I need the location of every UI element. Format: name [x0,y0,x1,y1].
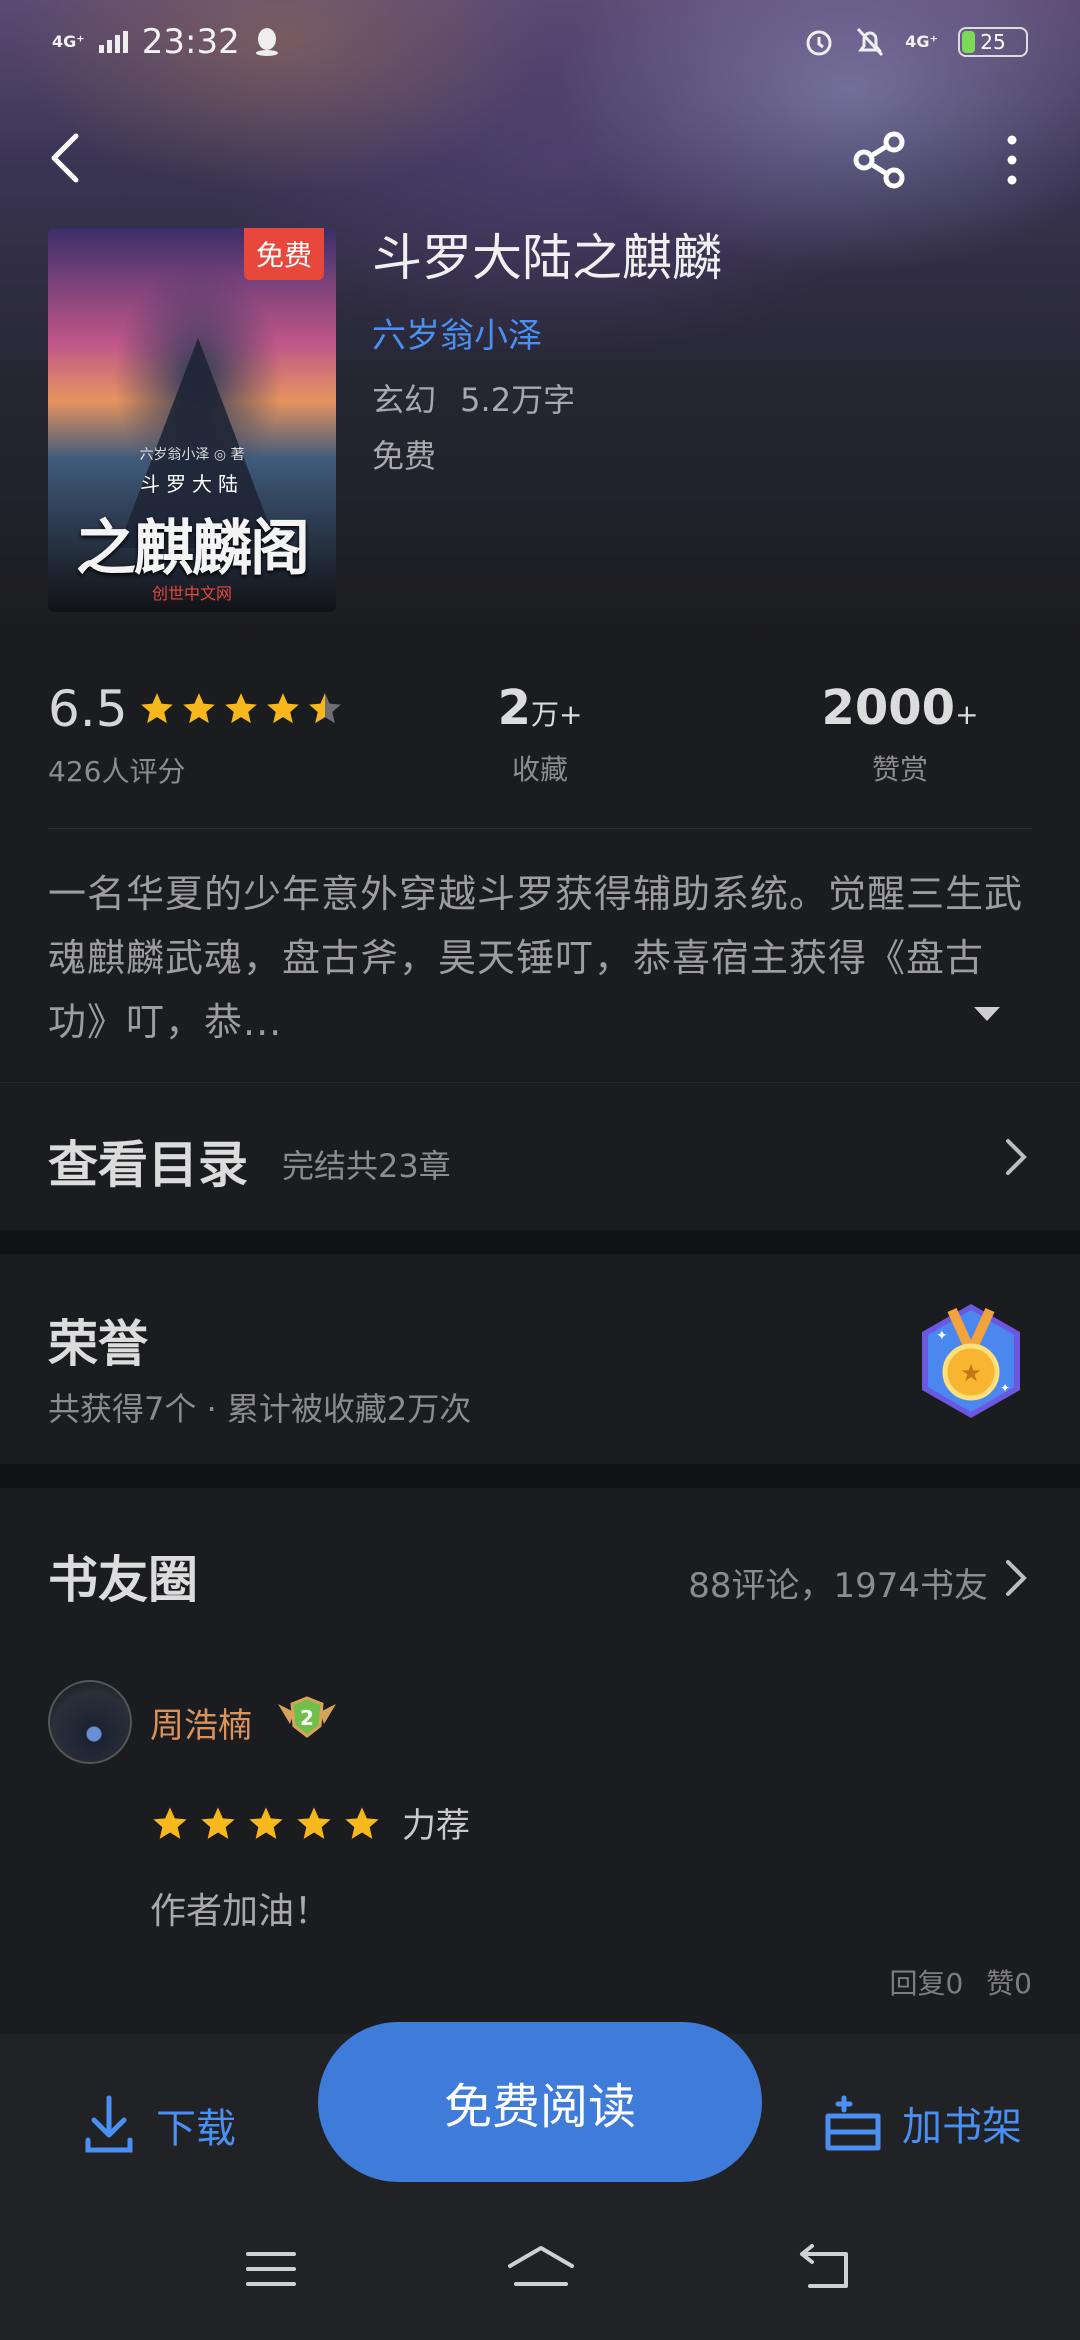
star-icon [249,1807,283,1839]
level-badge-icon: 2 [278,1696,336,1738]
rating-block[interactable]: 6.5 426人评分 [48,680,344,790]
collect-count: 2 [497,680,531,736]
qq-icon [255,28,278,56]
star-icon [308,693,341,724]
network-label: 4G⁺ [52,32,85,51]
mute-bell-icon [857,27,884,57]
shelf-label: 加书架 [902,2104,1022,2150]
star-icon [182,693,215,724]
download-icon [85,2095,133,2153]
book-title: 斗罗大陆之麒麟 [372,229,722,287]
download-button[interactable]: 下载 [82,2094,236,2156]
battery-level: 25 [980,30,1006,54]
status-bar: 4G⁺ 23:32 4G⁺ 25 [0,0,1080,84]
signal-icon [98,31,128,53]
cover-title: 之麒麟阁 [76,514,310,584]
medal-icon: ★ ✦ ✦ [922,1304,1020,1418]
book-info: 斗罗大陆之麒麟 六岁翁小泽 玄幻 5.2万字 免费 [372,226,1052,477]
battery-icon: 25 [958,27,1028,57]
honor-title: 荣誉 [48,1314,148,1373]
chevron-right-icon[interactable] [1000,1556,1030,1600]
comment-username[interactable]: 周浩楠 [150,1698,252,1747]
comment-text[interactable]: 作者加油！ [150,1882,330,1934]
avatar[interactable] [48,1680,132,1764]
circle-stats-link[interactable]: 88评论，1974书友 [688,1558,988,1607]
collect-block: 2万+ 收藏 [478,680,602,788]
reward-count: 2000 [821,680,956,736]
download-label: 下载 [156,2106,236,2152]
book-meta: 玄幻 5.2万字 [372,381,576,419]
rating-count: 426人评分 [48,755,186,788]
honor-section[interactable]: 荣誉 共获得7个 · 累计被收藏2万次 ★ ✦ ✦ [0,1254,1080,1464]
bookshelf-icon [825,2095,881,2151]
star-icon [140,693,173,724]
reward-unit: + [955,698,979,731]
rating-score: 6.5 [48,680,128,738]
reward-label: 赞赏 [871,753,928,786]
comment-rating-tag: 力荐 [402,1806,470,1846]
alarm-icon [806,30,832,56]
star-icon [266,693,299,724]
network-label-2: 4G⁺ [905,32,938,51]
add-to-shelf-button[interactable]: 加书架 [822,2094,1022,2152]
free-badge: 免费 [243,228,324,280]
synopsis-text[interactable]: 一名华夏的少年意外穿越斗罗获得辅助系统。觉醒三生武魂麒麟武魂，盘古斧，昊天锤叮，… [48,862,1038,1054]
book-stats: 6.5 426人评分 2万+ 收藏 2000+ 赞赏 [0,680,1080,800]
book-price: 免费 [372,437,437,475]
cover-author: 六岁翁小泽 ◎ 著 [139,447,245,463]
comment-stars [150,1804,382,1844]
rating-stars [138,690,344,728]
book-cover[interactable]: 免费 六岁翁小泽 ◎ 著 斗罗大陆 之麒麟阁 创世中文网 [48,228,336,612]
menu-icon[interactable] [244,2244,298,2294]
honor-subtitle: 共获得7个 · 累计被收藏2万次 [48,1390,472,1428]
divider [48,828,1032,829]
bottom-action-bar: 下载 免费阅读 加书架 [0,2022,1080,2340]
collect-unit: 万+ [530,698,583,731]
home-icon[interactable] [506,2244,576,2294]
star-icon [153,1807,187,1839]
circle-title: 书友圈 [48,1550,198,1609]
share-icon[interactable] [848,128,912,192]
star-icon [201,1807,235,1839]
book-circle-section: 书友圈 88评论，1974书友 周浩楠 2 力荐 作者加油！ 回复0 赞0 [0,1488,1080,2034]
free-read-button[interactable]: 免费阅读 [318,2022,762,2182]
back-nav-icon[interactable] [796,2244,852,2294]
chevron-right-icon [1006,1139,1027,1175]
collect-label: 收藏 [511,753,568,786]
back-arrow-icon[interactable] [38,128,98,188]
expand-caret-icon[interactable] [972,1004,1002,1024]
section-separator-2 [0,1464,1080,1488]
cover-series: 斗罗大陆 [140,472,244,496]
toc-subtitle: 完结共23章 [282,1147,451,1185]
star-icon [345,1807,379,1839]
comment-actions[interactable]: 回复0 赞0 [889,1962,1032,2002]
status-time: 23:32 [141,22,240,62]
star-icon [224,693,257,724]
top-nav [0,120,1080,192]
section-separator [0,1230,1080,1254]
cover-publisher-logo: 创世中文网 [151,584,232,603]
star-icon [297,1807,331,1839]
svg-text:✦: ✦ [936,1328,948,1344]
svg-text:✦: ✦ [1000,1381,1010,1395]
table-of-contents-row[interactable]: 查看目录 完结共23章 [0,1082,1080,1231]
toc-title: 查看目录 [48,1135,248,1194]
level-number: 2 [300,1706,314,1730]
reward-block[interactable]: 2000+ 赞赏 [820,680,980,788]
more-options-icon[interactable] [992,128,1032,192]
system-nav-bar [0,2234,1080,2314]
book-author-link[interactable]: 六岁翁小泽 [372,308,1052,357]
svg-text:★: ★ [960,1359,982,1387]
